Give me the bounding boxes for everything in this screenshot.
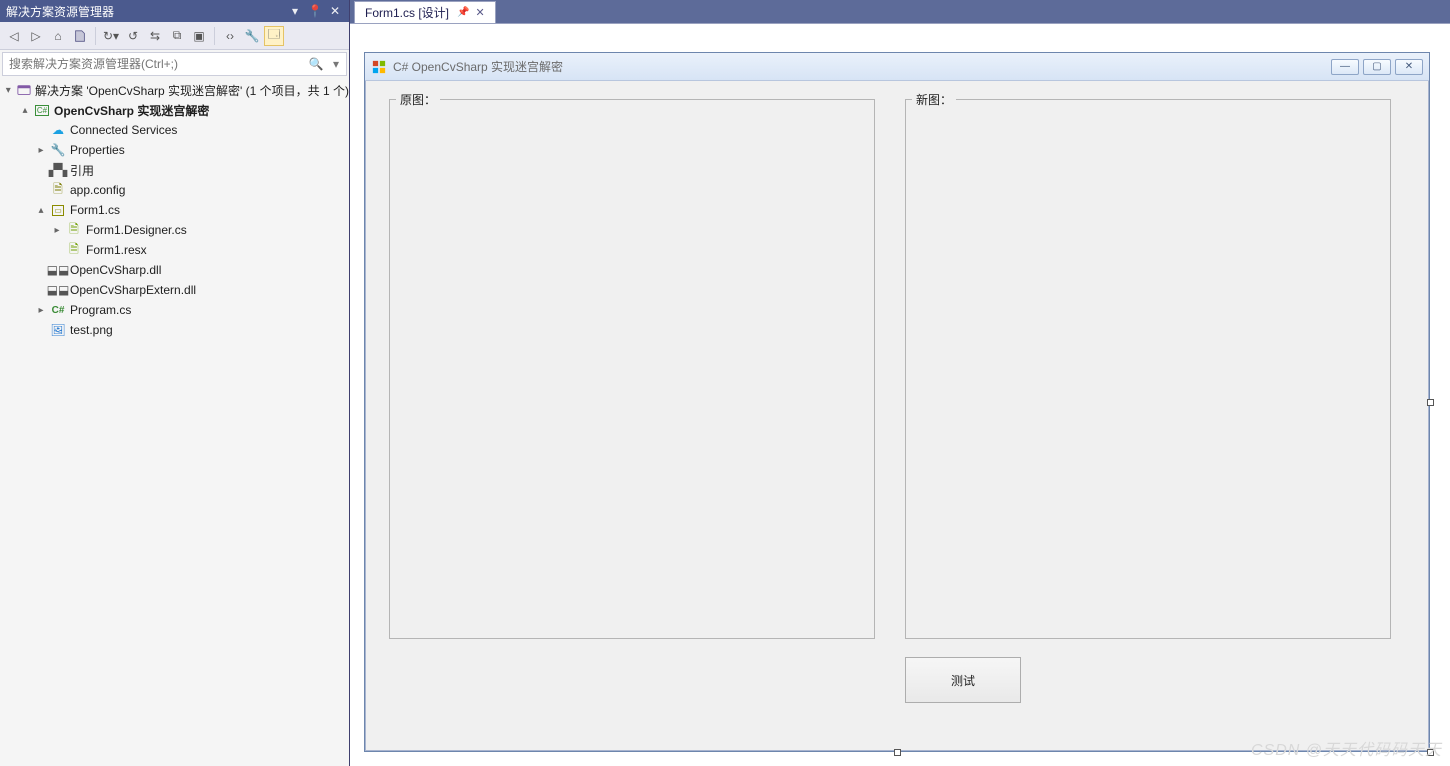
groupbox-original-label: 原图：: [396, 91, 440, 108]
test-button-label: 测试: [951, 672, 975, 689]
connected-services-label: Connected Services: [70, 123, 177, 137]
dll-icon: ⬓⬓: [50, 282, 66, 298]
nav-fwd-icon[interactable]: ▷: [26, 26, 46, 46]
search-input[interactable]: [3, 57, 306, 71]
maximize-button[interactable]: ▢: [1363, 59, 1391, 75]
form-icon: ▭: [50, 202, 66, 218]
expander-icon[interactable]: ▴: [18, 105, 32, 116]
tab-close-icon[interactable]: ✕: [475, 6, 484, 19]
document-area: Form1.cs [设计] 📌 ✕ C# OpenCvSharp 实现迷宫解密: [350, 0, 1450, 766]
expander-icon[interactable]: ▸: [34, 145, 48, 156]
form1-designer-label: Form1.Designer.cs: [86, 223, 187, 237]
panel-options-icon[interactable]: ▾: [287, 3, 303, 19]
properties-node[interactable]: ▸ 🔧 Properties: [0, 140, 349, 160]
properties-icon[interactable]: 🔧: [242, 26, 262, 46]
winform-title-text: C# OpenCvSharp 实现迷宫解密: [393, 58, 1331, 75]
sync-icon[interactable]: ↺: [123, 26, 143, 46]
groupbox-new[interactable]: 新图：: [905, 99, 1391, 639]
dll2-node[interactable]: ▸ ⬓⬓ OpenCvSharpExtern.dll: [0, 280, 349, 300]
solution-explorer-title: 解决方案资源管理器: [6, 3, 283, 20]
testpng-node[interactable]: ▸ 🖼 test.png: [0, 320, 349, 340]
winform-titlebar[interactable]: C# OpenCvSharp 实现迷宫解密 — ▢ ✕: [365, 53, 1429, 81]
appconfig-node[interactable]: ▸ 🗎 app.config: [0, 180, 349, 200]
search-dropdown-icon[interactable]: ▾: [326, 57, 346, 71]
preview-icon[interactable]: ▣: [189, 26, 209, 46]
solution-explorer-panel: 解决方案资源管理器 ▾ 📍 ✕ ◁ ▷ ⌂ ↻▾ ↺ ⇆ ⧉ ▣ ‹› 🔧 🗔 …: [0, 0, 350, 766]
expander-icon[interactable]: ▸: [50, 225, 64, 236]
viewcode-icon[interactable]: ‹›: [220, 26, 240, 46]
solution-node[interactable]: ▾ 解决方案 'OpenCvSharp 实现迷宫解密' (1 个项目，共 1 个…: [0, 80, 349, 100]
form1-resx-label: Form1.resx: [86, 243, 147, 257]
scope-icon[interactable]: [70, 26, 90, 46]
home-icon[interactable]: ⌂: [48, 26, 68, 46]
dll1-node[interactable]: ▸ ⬓⬓ OpenCvSharp.dll: [0, 260, 349, 280]
solution-label: 解决方案 'OpenCvSharp 实现迷宫解密' (1 个项目，共 1 个): [35, 82, 349, 99]
dll2-label: OpenCvSharpExtern.dll: [70, 283, 196, 297]
panel-close-icon[interactable]: ✕: [327, 3, 343, 19]
image-icon: 🖼: [50, 322, 66, 338]
designer-surface[interactable]: C# OpenCvSharp 实现迷宫解密 — ▢ ✕ 原图： 新图：: [350, 23, 1450, 766]
connected-services-node[interactable]: ▸ ☁ Connected Services: [0, 120, 349, 140]
panel-pin-icon[interactable]: 📍: [307, 3, 323, 19]
dll1-label: OpenCvSharp.dll: [70, 263, 161, 277]
program-label: Program.cs: [70, 303, 131, 317]
references-icon: ▞▚: [50, 162, 66, 178]
solution-icon: [17, 82, 31, 98]
csfile-icon: C#: [50, 302, 66, 318]
form1-node[interactable]: ▴ ▭ Form1.cs: [0, 200, 349, 220]
solution-explorer-toolbar: ◁ ▷ ⌂ ↻▾ ↺ ⇆ ⧉ ▣ ‹› 🔧 🗔: [0, 22, 349, 50]
solution-explorer-search[interactable]: 🔍 ▾: [2, 52, 347, 76]
form1-label: Form1.cs: [70, 203, 120, 217]
app-icon: [371, 59, 387, 75]
document-tabstrip: Form1.cs [设计] 📌 ✕: [350, 0, 1450, 23]
close-button[interactable]: ✕: [1395, 59, 1423, 75]
expander-icon[interactable]: ▴: [34, 205, 48, 216]
groupbox-original[interactable]: 原图：: [389, 99, 875, 639]
program-node[interactable]: ▸ C# Program.cs: [0, 300, 349, 320]
connected-services-icon: ☁: [50, 122, 66, 138]
project-label: OpenCvSharp 实现迷宫解密: [54, 102, 209, 119]
wrench-icon: 🔧: [50, 142, 66, 158]
form1-designer-node[interactable]: ▸ 🗎 Form1.Designer.cs: [0, 220, 349, 240]
testpng-label: test.png: [70, 323, 113, 337]
showall-icon[interactable]: ⧉: [167, 26, 187, 46]
minimize-button[interactable]: —: [1331, 59, 1359, 75]
solution-tree: ▾ 解决方案 'OpenCvSharp 实现迷宫解密' (1 个项目，共 1 个…: [0, 78, 349, 766]
properties-label: Properties: [70, 143, 125, 157]
expander-icon[interactable]: ▸: [34, 305, 48, 316]
form-selection-wrapper: C# OpenCvSharp 实现迷宫解密 — ▢ ✕ 原图： 新图：: [364, 52, 1430, 752]
nav-back-icon[interactable]: ◁: [4, 26, 24, 46]
references-node[interactable]: ▸ ▞▚ 引用: [0, 160, 349, 180]
expander-icon[interactable]: ▾: [2, 85, 15, 96]
tab-pin-icon[interactable]: 📌: [457, 7, 469, 18]
appconfig-label: app.config: [70, 183, 125, 197]
tab-form1-design[interactable]: Form1.cs [设计] 📌 ✕: [354, 1, 496, 23]
references-label: 引用: [70, 162, 94, 179]
groupbox-new-label: 新图：: [912, 91, 956, 108]
config-icon: 🗎: [50, 182, 66, 198]
project-node[interactable]: ▴ C# OpenCvSharp 实现迷宫解密: [0, 100, 349, 120]
form1-resx-node[interactable]: ▸ 🗎 Form1.resx: [0, 240, 349, 260]
csfile-icon: 🗎: [66, 222, 82, 238]
search-icon[interactable]: 🔍: [306, 57, 326, 71]
collapse-icon[interactable]: ⇆: [145, 26, 165, 46]
selected-tool-icon[interactable]: 🗔: [264, 26, 284, 46]
refresh-icon[interactable]: ↻▾: [101, 26, 121, 46]
resx-icon: 🗎: [66, 242, 82, 258]
winform-client-area[interactable]: 原图： 新图： 测试: [365, 81, 1429, 751]
test-button[interactable]: 测试: [905, 657, 1021, 703]
solution-explorer-titlebar: 解决方案资源管理器 ▾ 📍 ✕: [0, 0, 349, 22]
tab-label: Form1.cs [设计]: [365, 4, 449, 21]
csharp-project-icon: C#: [34, 102, 50, 118]
winform-window[interactable]: C# OpenCvSharp 实现迷宫解密 — ▢ ✕ 原图： 新图：: [364, 52, 1430, 752]
dll-icon: ⬓⬓: [50, 262, 66, 278]
